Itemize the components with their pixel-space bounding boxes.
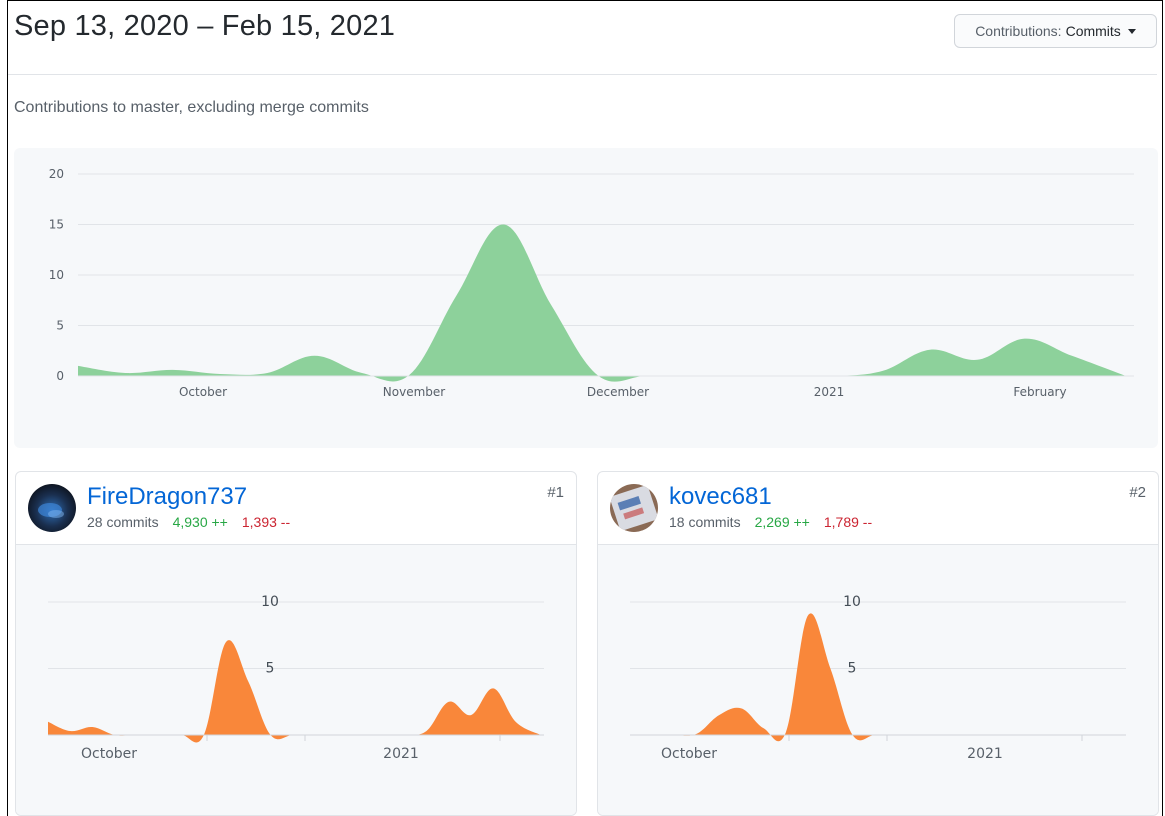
- contributor-chart-panel: 5 10 October 2021: [598, 545, 1158, 815]
- contributor-name-link[interactable]: FireDragon737: [87, 483, 247, 511]
- y-tick-label: 0: [56, 369, 64, 383]
- commit-count-link[interactable]: 18 commits: [669, 514, 741, 530]
- contributor-stats: 18 commits 2,269 ++ 1,789 --: [669, 514, 872, 530]
- contributor-stats: 28 commits 4,930 ++ 1,393 --: [87, 514, 290, 530]
- x-tick-label: November: [383, 385, 445, 399]
- y-tick-label: 15: [49, 218, 64, 232]
- y-tick-label: 20: [49, 167, 64, 181]
- additions-count: 2,269 ++: [754, 514, 810, 530]
- x-tick-label: 2021: [814, 385, 845, 399]
- contributor-chart: 5 10 October 2021: [48, 594, 544, 762]
- contributor-chart: 5 10 October 2021: [630, 594, 1126, 762]
- x-tick-label: October: [81, 746, 137, 762]
- contributor-card-header: FireDragon737 28 commits 4,930 ++ 1,393 …: [16, 472, 576, 545]
- y-tick-label: 10: [843, 594, 861, 610]
- x-tick-label: October: [661, 746, 717, 762]
- y-tick-label: 10: [261, 594, 279, 610]
- deletions-count: 1,393 --: [241, 514, 291, 530]
- contributions-chart: 0 5 10 15 20 October November December 2021 Febru…: [49, 167, 1134, 399]
- series-area: [78, 224, 1126, 382]
- x-tick-label: 2021: [967, 746, 1003, 762]
- avatar[interactable]: [28, 484, 76, 532]
- contributions-type-dropdown[interactable]: Contributions: Commits: [954, 14, 1157, 48]
- header-divider: [8, 74, 1157, 75]
- additions-count: 4,930 ++: [172, 514, 228, 530]
- y-tick-label: 10: [49, 268, 64, 282]
- contributor-card: FireDragon737 28 commits 4,930 ++ 1,393 …: [15, 471, 577, 816]
- deletions-count: 1,789 --: [823, 514, 873, 530]
- dropdown-label: Contributions:: [975, 23, 1062, 39]
- chart-subtitle: Contributions to master, excluding merge…: [14, 99, 369, 116]
- avatar[interactable]: [610, 484, 658, 532]
- x-tick-label: December: [587, 385, 649, 399]
- contributor-card-header: kovec681 18 commits 2,269 ++ 1,789 -- #2: [598, 472, 1158, 545]
- date-range-title: Sep 13, 2020 – Feb 15, 2021: [14, 10, 396, 42]
- contributor-chart-panel: 5 10 October 2021: [16, 545, 576, 815]
- contributor-rank: #1: [547, 484, 564, 501]
- x-tick-label: 2021: [383, 746, 419, 762]
- y-tick-label: 5: [56, 319, 64, 333]
- y-tick-label: 5: [266, 661, 275, 677]
- contributor-name-link[interactable]: kovec681: [669, 483, 772, 511]
- series-area: [630, 613, 1123, 742]
- contributor-card: kovec681 18 commits 2,269 ++ 1,789 -- #2…: [597, 471, 1159, 816]
- dropdown-value: Commits: [1065, 23, 1121, 39]
- x-tick-label: February: [1013, 385, 1066, 399]
- contributions-chart-panel: 0 5 10 15 20 October November December 2021 Febru…: [14, 148, 1158, 448]
- y-tick-label: 5: [848, 661, 857, 677]
- contributor-rank: #2: [1129, 484, 1146, 501]
- commit-count-link[interactable]: 28 commits: [87, 514, 159, 530]
- x-tick-label: October: [179, 385, 227, 399]
- series-area: [48, 640, 541, 743]
- caret-down-icon: [1127, 28, 1136, 34]
